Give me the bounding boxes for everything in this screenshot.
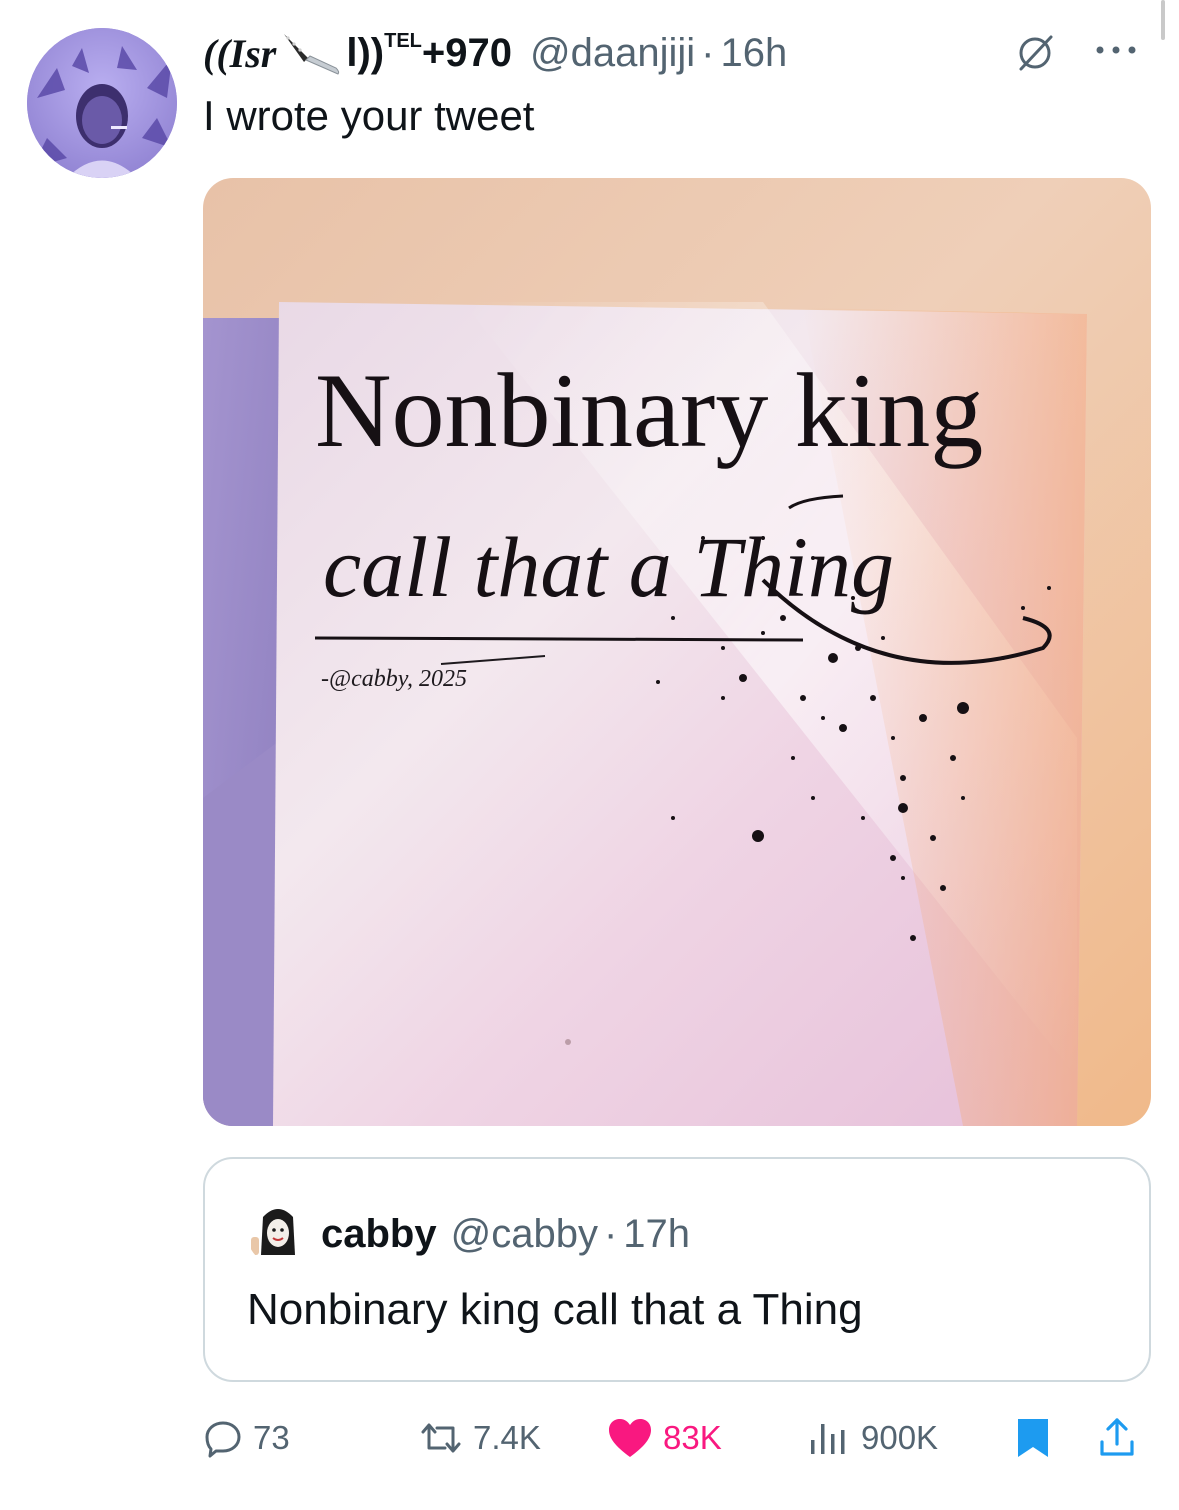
null-set-icon [1019,35,1053,71]
quoted-header-separator: · [603,1211,618,1256]
tweet-text: I wrote your tweet [203,92,535,139]
reply-count: 73 [253,1419,290,1456]
more-dots-icon[interactable] [1092,38,1140,62]
like-button[interactable]: 83K [607,1408,722,1468]
media-line1: Nonbinary king [315,352,983,469]
reply-bubble-icon [205,1421,241,1458]
views-count: 900K [861,1419,939,1456]
tweet-media-image[interactable]: Nonbinary king call that a Thing -@cabby… [203,178,1151,1126]
quoted-author-name[interactable]: cabby [321,1212,437,1257]
repost-button[interactable]: 7.4K [419,1408,541,1468]
display-name-mid: l)) [346,30,385,75]
author-avatar[interactable] [27,28,177,178]
header-separator: · [701,30,715,75]
media-signature: -@cabby, 2025 [321,666,467,692]
author-display-name[interactable]: ((Isr l)) TEL +970 [203,28,512,78]
share-upload-icon [1100,1418,1134,1456]
quoted-tweet-timestamp[interactable]: 17h [623,1212,690,1257]
display-name-tel: TEL [384,29,422,52]
author-handle[interactable]: @daanjiji [530,31,695,76]
bookmark-button[interactable] [1015,1408,1051,1468]
scroll-indicator[interactable] [1161,0,1165,40]
tweet-timestamp[interactable]: 16h [720,31,787,76]
views-button[interactable]: 900K [807,1408,938,1468]
media-line2: call that a Thing [323,519,894,615]
quoted-author-avatar[interactable] [247,1203,309,1265]
display-name-prefix: ((Isr [203,30,277,76]
quoted-author-handle[interactable]: @cabby [451,1212,598,1257]
repost-count: 7.4K [473,1419,541,1456]
like-count: 83K [663,1419,722,1456]
heart-filled-icon [609,1419,651,1457]
bookmark-filled-icon [1018,1419,1048,1457]
share-button[interactable] [1097,1408,1137,1468]
views-bars-icon [811,1424,845,1454]
tweet-header: ((Isr l)) TEL +970 @daanjiji · 16h [203,22,787,84]
display-name-suffix: +970 [421,30,512,75]
knife-emoji-icon [284,34,340,75]
quoted-tweet-text: Nonbinary king call that a Thing [247,1285,863,1334]
tweet-action-bar: 73 7.4K 83K 900K [203,1408,1151,1468]
quoted-tweet[interactable]: cabby @cabby · 17h Nonbinary king call t… [203,1157,1151,1382]
repost-arrows-icon [421,1423,461,1453]
reply-button[interactable]: 73 [203,1408,290,1468]
quoted-tweet-header: cabby @cabby · 17h [247,1203,690,1265]
